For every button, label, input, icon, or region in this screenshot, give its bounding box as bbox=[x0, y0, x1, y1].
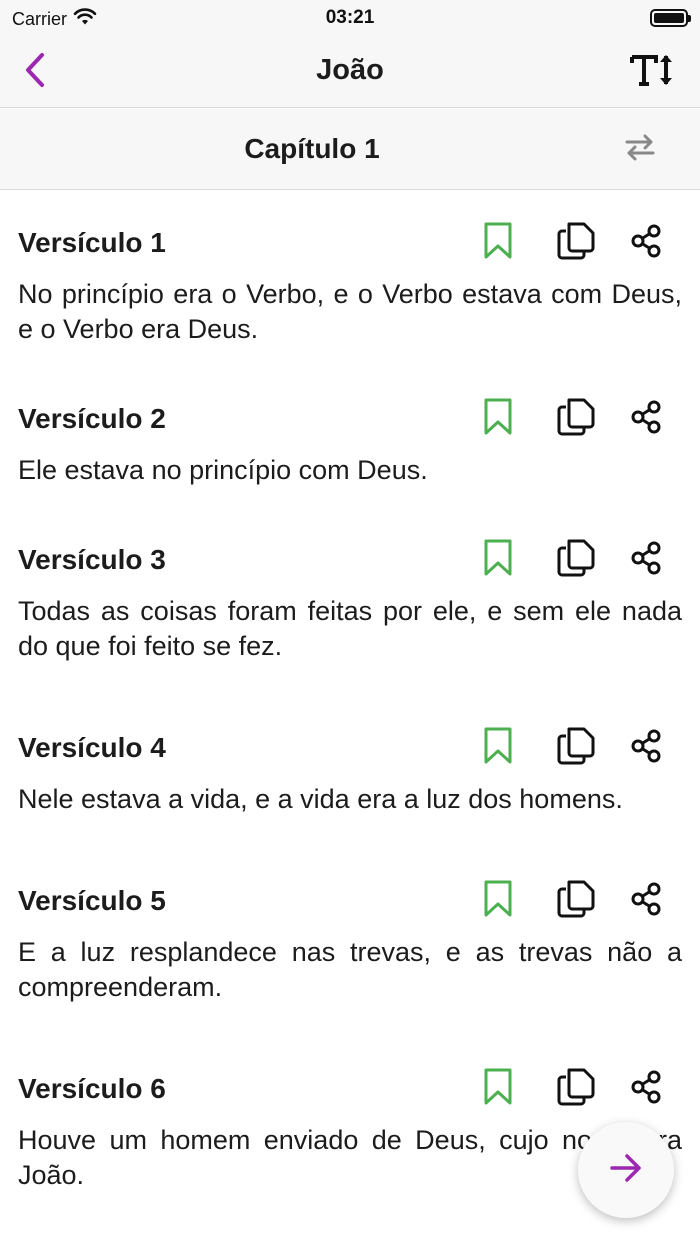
share-icon bbox=[629, 882, 663, 921]
bookmark-button[interactable] bbox=[478, 880, 518, 923]
bookmark-icon bbox=[483, 727, 513, 770]
share-button[interactable] bbox=[626, 881, 666, 921]
share-icon bbox=[629, 1070, 663, 1109]
share-button[interactable] bbox=[626, 399, 666, 439]
copy-icon bbox=[557, 539, 595, 582]
bookmark-button[interactable] bbox=[478, 398, 518, 441]
verse-item: Versículo 3 Todas as coisas foram feitas… bbox=[0, 488, 700, 664]
copy-button[interactable] bbox=[556, 222, 596, 265]
verse-label: Versículo 4 bbox=[18, 732, 166, 763]
bookmark-icon bbox=[483, 1068, 513, 1111]
copy-button[interactable] bbox=[556, 398, 596, 441]
next-chapter-button[interactable] bbox=[578, 1122, 674, 1218]
share-icon bbox=[629, 541, 663, 580]
navigation-bar: João bbox=[0, 36, 700, 108]
copy-button[interactable] bbox=[556, 727, 596, 770]
bookmark-icon bbox=[483, 222, 513, 265]
verse-label: Versículo 3 bbox=[18, 544, 166, 575]
share-button[interactable] bbox=[626, 728, 666, 768]
font-size-button[interactable] bbox=[628, 50, 678, 94]
verse-text: Nele estava a vida, e a vida era a luz d… bbox=[18, 784, 623, 814]
swap-icon bbox=[623, 133, 657, 166]
verse-label: Versículo 1 bbox=[18, 227, 166, 258]
bookmark-icon bbox=[483, 539, 513, 582]
verse-text: E a luz resplandece nas trevas, e as tre… bbox=[18, 937, 682, 1002]
share-icon bbox=[629, 400, 663, 439]
verse-item: Versículo 2 Ele estava no princípio com … bbox=[0, 347, 700, 488]
copy-button[interactable] bbox=[556, 539, 596, 582]
verse-text: No princípio era o Verbo, e o Verbo esta… bbox=[18, 279, 682, 344]
switch-chapter-button[interactable] bbox=[620, 131, 660, 167]
copy-button[interactable] bbox=[556, 1068, 596, 1111]
page-title: João bbox=[316, 54, 384, 86]
chapter-title: Capítulo 1 bbox=[244, 133, 380, 164]
text-size-icon bbox=[630, 52, 676, 93]
copy-icon bbox=[557, 398, 595, 441]
bookmark-button[interactable] bbox=[478, 222, 518, 265]
copy-icon bbox=[557, 727, 595, 770]
verse-text: Ele estava no princípio com Deus. bbox=[18, 455, 428, 485]
verse-item: Versículo 4 Nele estava a vida, e a vida… bbox=[0, 664, 700, 817]
bookmark-button[interactable] bbox=[478, 539, 518, 582]
chapter-header: Capítulo 1 bbox=[0, 109, 700, 190]
share-button[interactable] bbox=[626, 540, 666, 580]
verse-list[interactable]: Versículo 1 No princípio era o Verbo, e … bbox=[0, 190, 700, 1244]
verse-item: Versículo 1 No princípio era o Verbo, e … bbox=[0, 190, 700, 347]
arrow-right-icon bbox=[609, 1153, 643, 1188]
share-button[interactable] bbox=[626, 1069, 666, 1109]
status-time: 03:21 bbox=[325, 7, 375, 28]
share-icon bbox=[629, 729, 663, 768]
battery-icon bbox=[650, 9, 691, 27]
bookmark-icon bbox=[483, 880, 513, 923]
share-button[interactable] bbox=[626, 223, 666, 263]
copy-button[interactable] bbox=[556, 880, 596, 923]
verse-label: Versículo 5 bbox=[18, 885, 166, 916]
verse-label: Versículo 2 bbox=[18, 403, 166, 434]
bookmark-button[interactable] bbox=[478, 727, 518, 770]
verse-item: Versículo 5 E a luz resplandece nas trev… bbox=[0, 817, 700, 1005]
status-bar: Carrier 03:21 bbox=[0, 0, 700, 36]
share-icon bbox=[629, 224, 663, 263]
verse-text: Todas as coisas foram feitas por ele, e … bbox=[18, 596, 682, 661]
bookmark-icon bbox=[483, 398, 513, 441]
copy-icon bbox=[557, 1068, 595, 1111]
verse-label: Versículo 6 bbox=[18, 1073, 166, 1104]
copy-icon bbox=[557, 880, 595, 923]
copy-icon bbox=[557, 222, 595, 265]
bookmark-button[interactable] bbox=[478, 1068, 518, 1111]
